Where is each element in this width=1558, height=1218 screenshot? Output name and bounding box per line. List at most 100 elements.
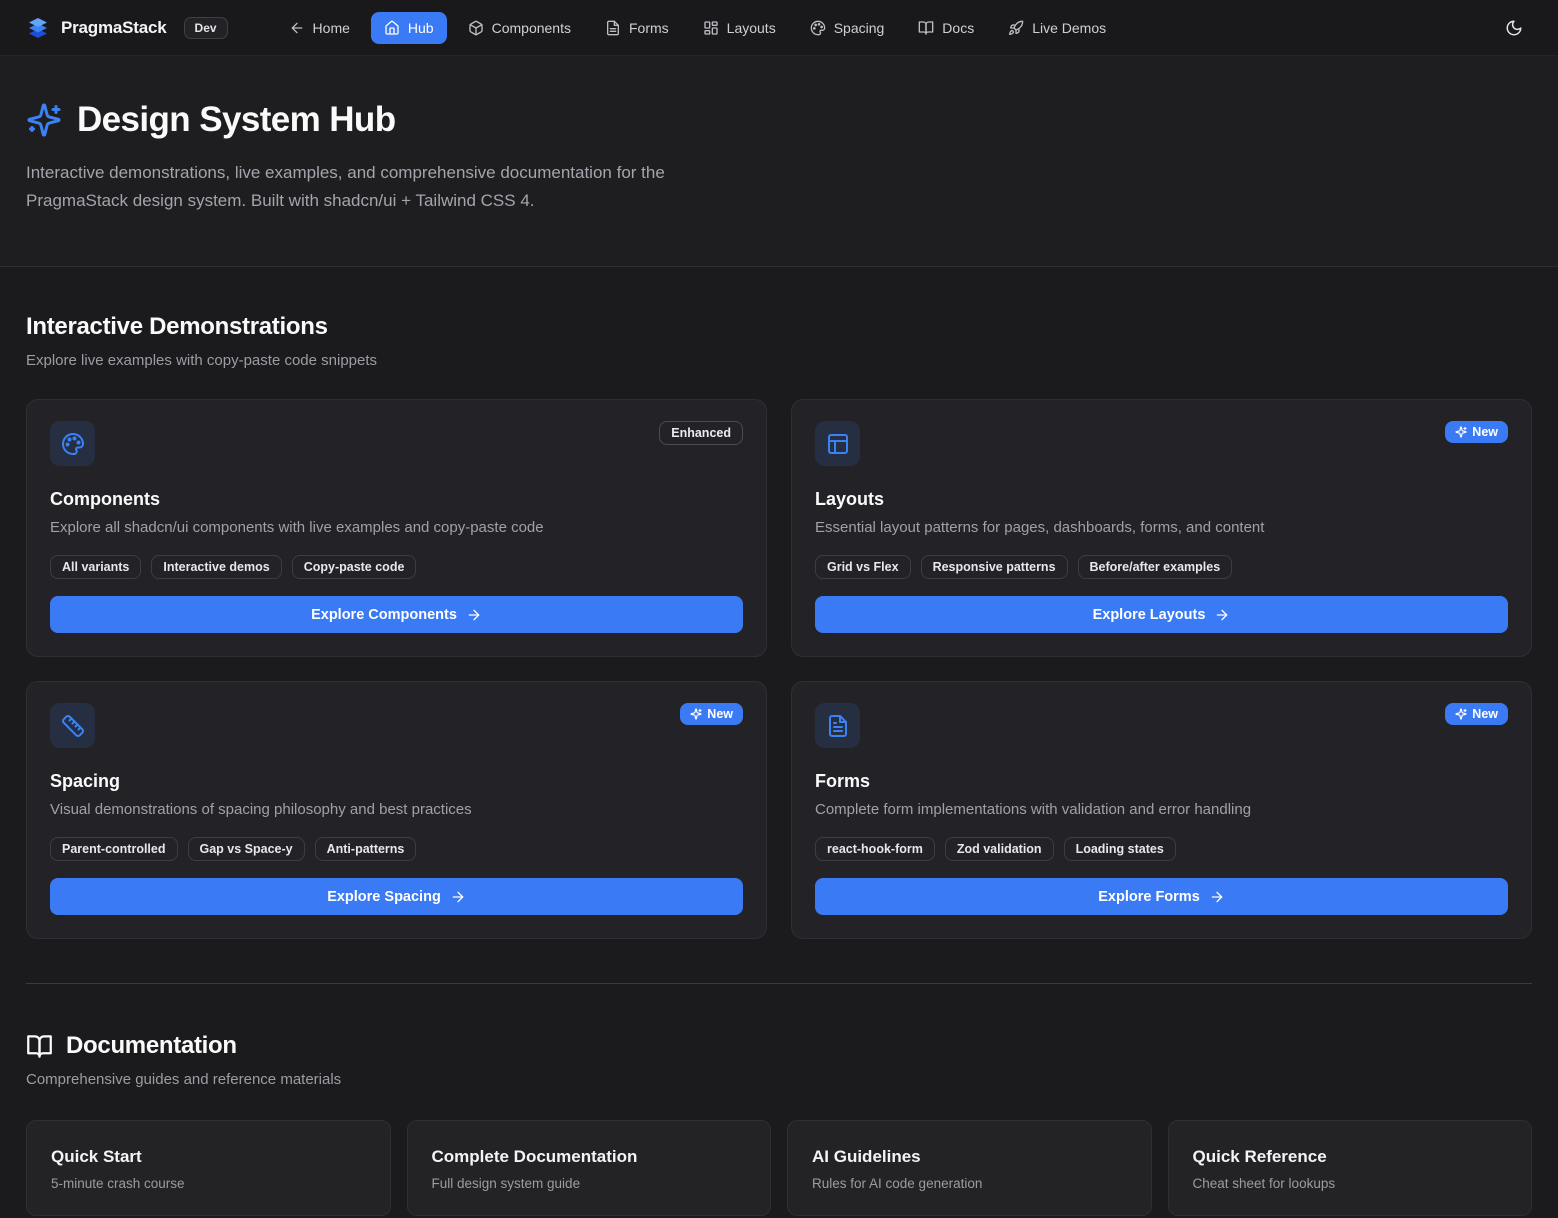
hero-section: Design System Hub Interactive demonstrat… [0, 56, 1558, 267]
doc-card-quick-reference[interactable]: Quick Reference Cheat sheet for lookups [1168, 1120, 1533, 1216]
card-description: Visual demonstrations of spacing philoso… [50, 801, 743, 818]
book-open-icon [918, 20, 934, 36]
arrow-right-icon [466, 607, 482, 623]
nav-item-docs[interactable]: Docs [905, 12, 987, 44]
panel-top-icon [815, 421, 860, 466]
card-title: Components [50, 489, 743, 510]
demo-card-spacing: New Spacing Visual demonstrations of spa… [26, 681, 767, 939]
doc-card-description: Rules for AI code generation [812, 1176, 1127, 1191]
nav-item-hub[interactable]: Hub [371, 12, 447, 44]
tag: Parent-controlled [50, 837, 178, 861]
tag: Anti-patterns [315, 837, 417, 861]
tag: Gap vs Space-y [188, 837, 305, 861]
demos-section-subheading: Explore live examples with copy-paste co… [26, 352, 1532, 369]
doc-card-description: Cheat sheet for lookups [1193, 1176, 1508, 1191]
arrow-right-icon [1209, 889, 1225, 905]
card-title: Layouts [815, 489, 1508, 510]
tag: Loading states [1064, 837, 1176, 861]
demos-section-heading: Interactive Demonstrations [26, 267, 1532, 341]
demo-card-components: Enhanced Components Explore all shadcn/u… [26, 399, 767, 657]
card-title: Spacing [50, 771, 743, 792]
badge-label: New [1472, 707, 1498, 721]
tag: Grid vs Flex [815, 555, 911, 579]
badge-label: New [1472, 425, 1498, 439]
card-description: Explore all shadcn/ui components with li… [50, 519, 743, 536]
explore-spacing-button[interactable]: Explore Spacing [50, 878, 743, 915]
navbar: PragmaStack Dev Home Hub Components Fo [0, 0, 1558, 56]
tag: Before/after examples [1078, 555, 1233, 579]
arrow-right-icon [1214, 607, 1230, 623]
nav-item-live-demos[interactable]: Live Demos [995, 12, 1119, 44]
status-badge: Enhanced [659, 421, 743, 445]
docs-section-subheading: Comprehensive guides and reference mater… [26, 1071, 1532, 1088]
tag: Responsive patterns [921, 555, 1068, 579]
file-text-icon [605, 20, 621, 36]
main-content: Interactive Demonstrations Explore live … [0, 267, 1558, 1216]
button-label: Explore Spacing [327, 889, 441, 905]
tag-row: All variants Interactive demos Copy-past… [50, 555, 743, 579]
page-title: Design System Hub [77, 100, 396, 140]
doc-card-quick-start[interactable]: Quick Start 5-minute crash course [26, 1120, 391, 1216]
env-badge: Dev [184, 17, 228, 39]
demo-card-grid: Enhanced Components Explore all shadcn/u… [26, 399, 1532, 939]
tag: Zod validation [945, 837, 1054, 861]
doc-card-title: Quick Reference [1193, 1147, 1508, 1167]
explore-components-button[interactable]: Explore Components [50, 596, 743, 633]
nav-item-label: Layouts [727, 20, 776, 36]
rocket-icon [1008, 20, 1024, 36]
card-title: Forms [815, 771, 1508, 792]
doc-card-title: Quick Start [51, 1147, 366, 1167]
doc-card-description: Full design system guide [432, 1176, 747, 1191]
status-badge: New [1445, 421, 1508, 443]
layers-logo-icon [26, 16, 50, 40]
tag: Copy-paste code [292, 555, 417, 579]
tag: react-hook-form [815, 837, 935, 861]
page-description: Interactive demonstrations, live example… [26, 159, 766, 214]
status-badge: New [680, 703, 743, 725]
file-text-icon [815, 703, 860, 748]
nav-item-label: Components [492, 20, 571, 36]
layout-grid-icon [703, 20, 719, 36]
tag: All variants [50, 555, 141, 579]
sparkles-icon [1455, 708, 1467, 720]
doc-card-ai-guidelines[interactable]: AI Guidelines Rules for AI code generati… [787, 1120, 1152, 1216]
nav-item-spacing[interactable]: Spacing [797, 12, 898, 44]
nav-item-home[interactable]: Home [276, 12, 363, 44]
palette-icon [50, 421, 95, 466]
explore-forms-button[interactable]: Explore Forms [815, 878, 1508, 915]
nav-item-layouts[interactable]: Layouts [690, 12, 789, 44]
theme-toggle-button[interactable] [1496, 10, 1532, 46]
doc-card-description: 5-minute crash course [51, 1176, 366, 1191]
house-icon [384, 20, 400, 36]
sparkles-icon [26, 102, 62, 138]
nav-item-label: Live Demos [1032, 20, 1106, 36]
tag-row: react-hook-form Zod validation Loading s… [815, 837, 1508, 861]
box-icon [468, 20, 484, 36]
nav-item-label: Hub [408, 20, 434, 36]
button-label: Explore Layouts [1093, 607, 1206, 623]
tag: Interactive demos [151, 555, 281, 579]
section-divider [26, 983, 1532, 984]
demo-card-forms: New Forms Complete form implementations … [791, 681, 1532, 939]
palette-icon [810, 20, 826, 36]
card-description: Complete form implementations with valid… [815, 801, 1508, 818]
demo-card-layouts: New Layouts Essential layout patterns fo… [791, 399, 1532, 657]
ruler-icon [50, 703, 95, 748]
nav-item-label: Docs [942, 20, 974, 36]
nav-item-components[interactable]: Components [455, 12, 584, 44]
badge-label: New [707, 707, 733, 721]
arrow-right-icon [450, 889, 466, 905]
moon-icon [1505, 19, 1523, 37]
doc-card-title: Complete Documentation [432, 1147, 747, 1167]
nav-item-label: Spacing [834, 20, 885, 36]
button-label: Explore Forms [1098, 889, 1200, 905]
nav-item-forms[interactable]: Forms [592, 12, 682, 44]
brand[interactable]: PragmaStack Dev [26, 16, 228, 40]
nav-item-label: Home [313, 20, 350, 36]
docs-card-grid: Quick Start 5-minute crash course Comple… [26, 1120, 1532, 1216]
arrow-left-icon [289, 20, 305, 36]
doc-card-complete-documentation[interactable]: Complete Documentation Full design syste… [407, 1120, 772, 1216]
explore-layouts-button[interactable]: Explore Layouts [815, 596, 1508, 633]
book-open-icon [26, 1033, 53, 1060]
sparkles-icon [690, 708, 702, 720]
